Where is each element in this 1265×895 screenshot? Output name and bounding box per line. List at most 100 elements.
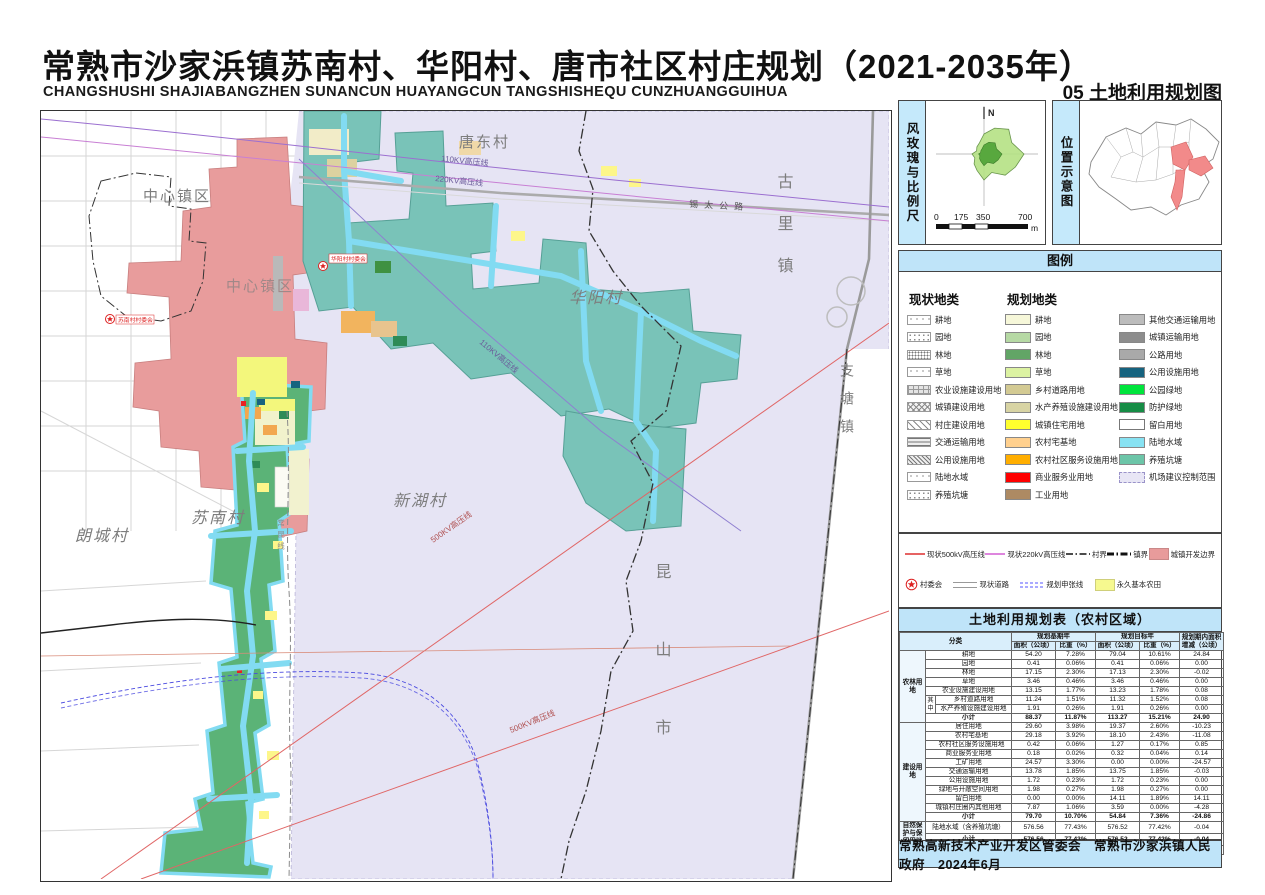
location-panel: 位置示意图 <box>1052 100 1222 245</box>
value-cell: 3.98% <box>1056 723 1096 732</box>
value-cell: 1.52% <box>1140 696 1180 705</box>
line-legend-item: 现状道路 <box>953 579 1009 590</box>
legend-item: 耕地 <box>1005 311 1117 329</box>
legend-item: 工业用地 <box>1005 486 1117 504</box>
header-area: 面积（公顷） <box>1012 642 1056 651</box>
legend-item-label: 其他交通运输用地 <box>1149 314 1215 326</box>
value-cell: 0.27% <box>1140 786 1180 795</box>
value-cell: 0.41 <box>1012 660 1056 669</box>
legend-item-label: 陆地水域 <box>1149 436 1182 448</box>
value-cell: 0.41 <box>1096 660 1140 669</box>
row-label: 交通运输用地 <box>926 768 1012 777</box>
line-legend-label: 永久基本农田 <box>1117 579 1161 590</box>
value-cell: 13.78 <box>1012 768 1056 777</box>
legend-planned-heading: 规划地类 <box>1007 289 1057 308</box>
value-cell: 7.28% <box>1056 651 1096 660</box>
row-label: 留白用地 <box>926 795 1012 804</box>
legend-swatch <box>1119 332 1145 343</box>
legend-item-label: 公用设施用地 <box>935 454 985 466</box>
legend-item: 机场建议控制范围 <box>1119 469 1219 487</box>
legend-item-label: 园地 <box>935 331 952 343</box>
value-cell: 29.18 <box>1012 732 1056 741</box>
red-line-symbol <box>905 549 925 559</box>
legend-planned-list-2: 其他交通运输用地城镇运输用地公路用地公用设施用地公园绿地防护绿地留白用地陆地水域… <box>1119 311 1219 486</box>
row-label: 乡村道路用地 <box>936 696 1012 705</box>
value-cell: 77.43% <box>1056 822 1096 834</box>
legend-swatch <box>1005 384 1031 395</box>
row-label: 园地 <box>926 660 1012 669</box>
value-cell: 11.87% <box>1056 714 1096 723</box>
value-cell: 1.98 <box>1096 786 1140 795</box>
value-cell: 1.89% <box>1140 795 1180 804</box>
value-cell: 0.06% <box>1056 741 1096 750</box>
legend-item-label: 城镇建设用地 <box>935 401 985 413</box>
value-cell: 13.23 <box>1096 687 1140 696</box>
legend-item: 防护绿地 <box>1119 399 1219 417</box>
legend-swatch <box>907 332 931 342</box>
value-cell: 1.91 <box>1096 705 1140 714</box>
legend-item-label: 公路用地 <box>1149 349 1182 361</box>
legend-item: 城镇运输用地 <box>1119 329 1219 347</box>
value-cell: 14.11 <box>1180 795 1224 804</box>
line-legend-item: 永久基本农田 <box>1095 579 1161 591</box>
value-cell: 0.18 <box>1012 750 1056 759</box>
dashdot-thick-symbol <box>1107 549 1131 559</box>
value-cell: 2.60% <box>1140 723 1180 732</box>
legend-item-label: 留白用地 <box>1149 419 1182 431</box>
value-cell: 0.00 <box>1180 660 1224 669</box>
legend-swatch <box>907 437 931 447</box>
table-header-row: 分类规划基期年规划目标年规划期内面积增减（公顷） <box>900 633 1224 642</box>
line-legend-label: 现状500kV高压线 <box>927 549 985 560</box>
value-cell: 0.08 <box>1180 687 1224 696</box>
value-cell: 88.37 <box>1012 714 1056 723</box>
header-ratio: 比重（%） <box>1056 642 1096 651</box>
legend-swatch <box>1005 332 1031 343</box>
legend-item-label: 农村宅基地 <box>1035 436 1077 448</box>
windrose-panel-strip: 风玫瑰与比例尺 <box>899 101 926 244</box>
value-cell: 11.32 <box>1096 696 1140 705</box>
value-cell: -0.02 <box>1180 669 1224 678</box>
line-legend-label: 镇界 <box>1133 549 1148 560</box>
table-row: 商业服务业用地0.180.02%0.320.04%0.14 <box>900 750 1224 759</box>
location-panel-strip: 位置示意图 <box>1053 101 1080 244</box>
footer-text: 常熟高新技术产业开发区管委会 常熟市沙家浜镇人民政府 2024年6月 <box>899 835 1221 873</box>
legend-swatch <box>907 350 931 360</box>
value-cell: 0.46% <box>1140 678 1180 687</box>
value-cell: 0.00% <box>1056 795 1096 804</box>
table-row: 农业设施建设用地13.151.77%13.231.78%0.08 <box>900 687 1224 696</box>
legend-item-label: 耕地 <box>1035 314 1052 326</box>
legend-item-label: 林地 <box>1035 349 1052 361</box>
label-changkun-xian: 常昆线 <box>276 519 285 554</box>
value-cell: 1.06% <box>1056 804 1096 813</box>
label-zhongxinzhenqu-2: 中心镇区 <box>226 278 294 295</box>
legend-item: 农业设施建设用地 <box>907 381 1003 399</box>
salmon-fill-symbol <box>1149 548 1169 560</box>
label-sunancun: 苏南村 <box>191 509 245 527</box>
label-huayangcun: 华阳村 <box>569 289 623 307</box>
value-cell: 1.78% <box>1140 687 1180 696</box>
legend-item: 交通运输用地 <box>907 434 1003 452</box>
legend-item: 园地 <box>907 329 1003 347</box>
label-gulizhen: 古里镇 <box>775 173 794 299</box>
label-zhitangzhen: 支塘镇 <box>839 363 855 447</box>
plan-sheet: 常熟市沙家浜镇苏南村、华阳村、唐市社区村庄规划（2021-2035年） CHAN… <box>0 0 1265 895</box>
label-tangdongcun: 唐东村 <box>459 134 510 151</box>
legend-swatch <box>1119 419 1145 430</box>
value-cell: 576.52 <box>1096 822 1140 834</box>
legend-swatch <box>1005 437 1031 448</box>
legend-item-label: 城镇运输用地 <box>1149 331 1199 343</box>
value-cell: 113.27 <box>1096 714 1140 723</box>
value-cell: 24.90 <box>1180 714 1224 723</box>
legend-item: 公园绿地 <box>1119 381 1219 399</box>
legend-item-label: 林地 <box>935 349 952 361</box>
legend-swatch <box>1119 437 1145 448</box>
row-label: 农村社区服务设施用地 <box>926 741 1012 750</box>
scale-unit: m <box>1031 223 1038 233</box>
row-label: 草地 <box>926 678 1012 687</box>
landuse-table-title: 土地利用规划表（农村区域） <box>899 609 1221 632</box>
footer-bar: 常熟高新技术产业开发区管委会 常熟市沙家浜镇人民政府 2024年6月 <box>898 840 1222 868</box>
line-legend-item: 现状500kV高压线 <box>905 549 985 560</box>
row-label: 农业设施建设用地 <box>926 687 1012 696</box>
value-cell: 19.37 <box>1096 723 1140 732</box>
legend-item: 陆地水域 <box>1119 434 1219 452</box>
